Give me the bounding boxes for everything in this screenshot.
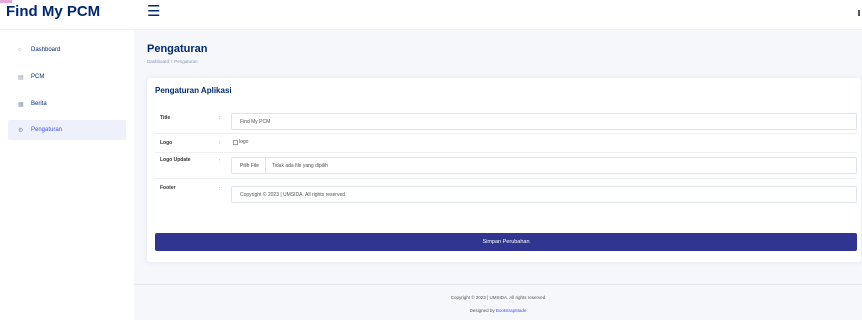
file-status-text: Tidak ada file yang dipilih [271,162,328,169]
title-label: Title [160,115,171,121]
choose-file-button[interactable]: Pilih File [240,158,266,173]
sidebar-item-label: Dashboard [31,47,61,53]
logo-update-label: Logo Update [160,157,191,163]
sidebar-item-berita[interactable]: ▦ Berita [8,94,126,114]
colon: : [219,140,221,146]
card-title: Pengaturan Aplikasi [155,86,232,95]
title-row: Title : Find My PCM [155,109,857,134]
broken-image-icon [233,139,238,145]
footer-divider [134,284,862,285]
footer-row: Footer : Copyright © 2023 | UMSIDA. All … [155,179,857,209]
sidebar-item-label: PCM [31,74,45,80]
sidebar: ○ Dashboard ▤ PCM ▦ Berita ⚙ Pengaturan [0,30,134,320]
breadcrumb-current: Pengaturan [174,59,198,64]
credit-link[interactable]: BootstrapMade [496,308,527,313]
hamburger-icon[interactable]: ☰ [147,2,160,22]
logo-update-row: Logo Update : Pilih File Tidak ada file … [155,153,857,179]
footer-input[interactable]: Copyright © 2023 | UMSIDA. All rights re… [231,186,857,203]
main-content: Pengaturan Dashboard / Pengaturan Pengatur… [134,30,862,320]
breadcrumb-separator: / [171,59,173,64]
top-header: Find My PCM ☰ [0,0,862,30]
logo-alt-text: logo [239,139,249,145]
sidebar-item-pcm[interactable]: ▤ PCM [8,67,126,87]
app-logo-text[interactable]: Find My PCM [6,2,100,22]
colon: : [219,158,221,164]
title-input[interactable]: Find My PCM [231,113,857,130]
footer-credit: Designed by BootstrapMade [134,308,862,313]
footer-copyright: Copyright © 2023 | UMSIDA. All rights re… [450,295,546,300]
sidebar-item-label: Berita [31,101,47,107]
breadcrumb: Dashboard / Pengaturan [147,59,198,64]
page-title: Pengaturan [147,43,208,55]
logo-row: Logo : logo [155,134,857,153]
pcm-list-icon: ▤ [18,74,24,81]
logo-file-input[interactable]: Pilih File Tidak ada file yang dipilih [231,157,857,174]
sidebar-item-label: Pengaturan [31,127,63,133]
news-icon: ▦ [18,101,24,108]
logo-image: logo [233,139,248,145]
breadcrumb-home[interactable]: Dashboard [147,59,169,64]
save-changes-button[interactable]: Simpan Perubahan [155,233,857,251]
credit-prefix: Designed by [469,308,495,313]
edge-marker [858,10,860,16]
sidebar-item-dashboard[interactable]: ○ Dashboard [8,40,126,60]
gear-icon: ⚙ [18,127,24,134]
footer-label: Footer [160,185,176,191]
colon: : [219,115,221,121]
logo-label: Logo [160,140,173,146]
dashboard-icon: ○ [18,47,22,53]
settings-card: Pengaturan Aplikasi Title : Find My PCM … [147,78,861,262]
colon: : [219,186,221,192]
sidebar-item-pengaturan[interactable]: ⚙ Pengaturan [8,120,126,140]
